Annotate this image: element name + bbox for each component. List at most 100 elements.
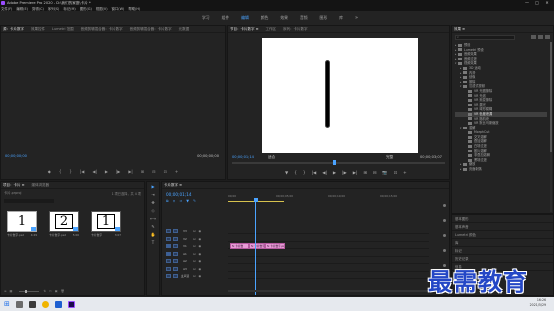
mark-out-icon[interactable]: }: [303, 170, 306, 176]
task-view-icon[interactable]: [28, 300, 36, 308]
go-to-in-icon[interactable]: |◀: [312, 170, 317, 176]
eye-icon[interactable]: ◉: [199, 259, 202, 263]
hand-tool-icon[interactable]: ✋: [149, 232, 157, 238]
timeline-playhead[interactable]: [253, 198, 258, 295]
timeline-clip[interactable]: fx 卡片数字.ps: [265, 243, 285, 249]
project-item-thumbnail[interactable]: 1 卡片数字.psd 4:29: [7, 211, 37, 237]
track-lane[interactable]: [228, 228, 429, 234]
effects-scrollbar[interactable]: [550, 42, 552, 212]
scroll-knob[interactable]: [443, 234, 446, 237]
tab-audio-clip-mixer-2[interactable]: 音频剪辑混合器：卡片数字: [130, 27, 172, 32]
lift-icon[interactable]: ⊞: [363, 170, 367, 176]
selection-tool-icon[interactable]: ▶: [149, 184, 157, 190]
timeline-horizontal-scroll[interactable]: [228, 290, 429, 292]
step-back-icon[interactable]: ◀|: [322, 170, 327, 176]
eye-icon[interactable]: ◉: [199, 229, 202, 233]
track-target-toggle[interactable]: [173, 274, 178, 278]
workspace-learn[interactable]: 学习: [202, 15, 210, 21]
playback-quality-dropdown[interactable]: 完整: [386, 155, 393, 160]
lock-icon[interactable]: ⊡: [193, 244, 196, 248]
type-tool-icon[interactable]: T: [149, 240, 157, 246]
source-patch-toggle[interactable]: [166, 229, 171, 233]
razor-tool-icon[interactable]: ◇: [149, 208, 157, 214]
workspace-libraries[interactable]: 库: [339, 15, 343, 21]
workspace-editing[interactable]: 编辑: [241, 15, 249, 21]
workspace-more-icon[interactable]: »: [355, 15, 358, 21]
tab-source[interactable]: 源：卡片数字: [3, 27, 24, 32]
source-patch-toggle[interactable]: [166, 251, 171, 256]
32bit-effects-icon[interactable]: [538, 35, 543, 39]
comparison-view-icon[interactable]: ⊡: [394, 170, 398, 176]
extract-icon[interactable]: ⊟: [373, 170, 377, 176]
source-patch-toggle[interactable]: [166, 259, 171, 263]
tab-metadata[interactable]: 元数据: [179, 27, 190, 32]
pen-tool-icon[interactable]: ✎: [149, 224, 157, 230]
tab-project[interactable]: 项目：卡片 ≡: [3, 183, 25, 188]
icon-view-icon[interactable]: ▦: [10, 289, 13, 293]
export-frame-icon[interactable]: ⊡: [164, 169, 167, 174]
insert-icon[interactable]: ⊞: [141, 169, 144, 174]
track-target-toggle[interactable]: [173, 236, 178, 241]
lock-icon[interactable]: ⊡: [193, 237, 196, 241]
play-icon[interactable]: ▶: [333, 170, 336, 176]
lock-icon[interactable]: ⊡: [193, 252, 196, 256]
source-patch-toggle[interactable]: [166, 236, 171, 241]
thumbnail-image[interactable]: 1: [7, 211, 37, 232]
timeline-clip[interactable]: fx 卡片数字: [249, 243, 265, 249]
track-header[interactable]: V1 ⊡ ◉: [166, 243, 226, 249]
source-timecode-current[interactable]: 00;00;00;00: [5, 154, 27, 158]
button-editor-icon[interactable]: +: [175, 169, 178, 174]
project-item-thumbnail[interactable]: 2 卡片数字.psd 5:00: [49, 211, 79, 237]
close-icon[interactable]: ✕: [542, 0, 552, 5]
program-timecode-current[interactable]: 00;00;01;14: [232, 155, 254, 159]
ripple-edit-tool-icon[interactable]: ✥: [149, 200, 157, 206]
panel-lumetri-color[interactable]: Lumetri 颜色: [452, 231, 553, 239]
program-scrub-bar[interactable]: [232, 160, 445, 165]
time-ruler[interactable]: 00;00 00;00;05;00 00;00;10;00 00;00;15;0…: [228, 190, 429, 202]
go-to-out-icon[interactable]: ▶|: [128, 169, 132, 174]
add-marker-icon[interactable]: ▼: [285, 170, 288, 176]
accelerated-effects-icon[interactable]: [531, 35, 536, 39]
track-header[interactable]: V2 ⊡ ◉: [166, 236, 226, 242]
source-patch-toggle[interactable]: [166, 266, 171, 271]
panel-markers[interactable]: 标记: [452, 247, 553, 255]
track-header[interactable]: A1 ⊡ ◉: [166, 251, 226, 257]
mark-out-icon[interactable]: }: [69, 169, 72, 174]
panel-essential-sound[interactable]: 基本声音: [452, 223, 553, 231]
timeline-clip[interactable]: fx 卡片数: [230, 243, 249, 249]
eye-icon[interactable]: ◉: [199, 237, 202, 241]
scroll-thumb[interactable]: [550, 42, 552, 152]
thumbnail-image[interactable]: 1: [91, 211, 121, 232]
scroll-knob[interactable]: [443, 204, 446, 207]
track-header[interactable]: 主声道 ⊡ ◉: [166, 273, 226, 279]
tab-workspace[interactable]: 工作区: [266, 27, 277, 32]
new-item-icon[interactable]: ▣: [55, 289, 58, 293]
track-lane[interactable]: [228, 251, 429, 257]
workspace-color[interactable]: 颜色: [261, 15, 269, 21]
track-header[interactable]: A3 ⊡ ◉: [166, 266, 226, 272]
tab-sequence-timeline[interactable]: 卡片数字 ≡: [164, 183, 182, 188]
project-item-thumbnail[interactable]: 1 卡片数字 3:07: [91, 211, 121, 237]
tab-effects[interactable]: 效果 ≡: [454, 27, 465, 32]
zoom-fit-dropdown[interactable]: 适合: [268, 155, 275, 160]
source-patch-toggle[interactable]: [166, 244, 171, 248]
minimize-icon[interactable]: —: [522, 0, 532, 5]
linked-selection-icon[interactable]: ⊃: [179, 199, 182, 203]
track-lane[interactable]: [228, 258, 429, 264]
eye-icon[interactable]: ◉: [199, 274, 202, 278]
lock-icon[interactable]: ⊡: [193, 229, 196, 233]
track-lane[interactable]: [228, 266, 429, 272]
timeline-timecode[interactable]: 00;00;01;14: [166, 192, 192, 197]
tab-lumetri-scopes[interactable]: Lumetri 范围: [52, 27, 74, 32]
scroll-knob[interactable]: [443, 219, 446, 222]
source-patch-toggle[interactable]: [166, 274, 171, 278]
tab-audio-clip-mixer[interactable]: 音频剪辑混合器：卡片数字: [81, 27, 123, 32]
track-lane[interactable]: [228, 273, 429, 279]
program-playhead[interactable]: [333, 160, 337, 165]
add-marker-icon[interactable]: ◆: [48, 169, 51, 174]
slip-tool-icon[interactable]: ⟷: [149, 216, 157, 222]
track-header[interactable]: V3 ⊡ ◉: [166, 228, 226, 234]
export-frame-icon[interactable]: 📷: [382, 170, 387, 176]
windows-start-icon[interactable]: ⊞: [4, 300, 10, 308]
track-target-toggle[interactable]: [173, 259, 178, 263]
